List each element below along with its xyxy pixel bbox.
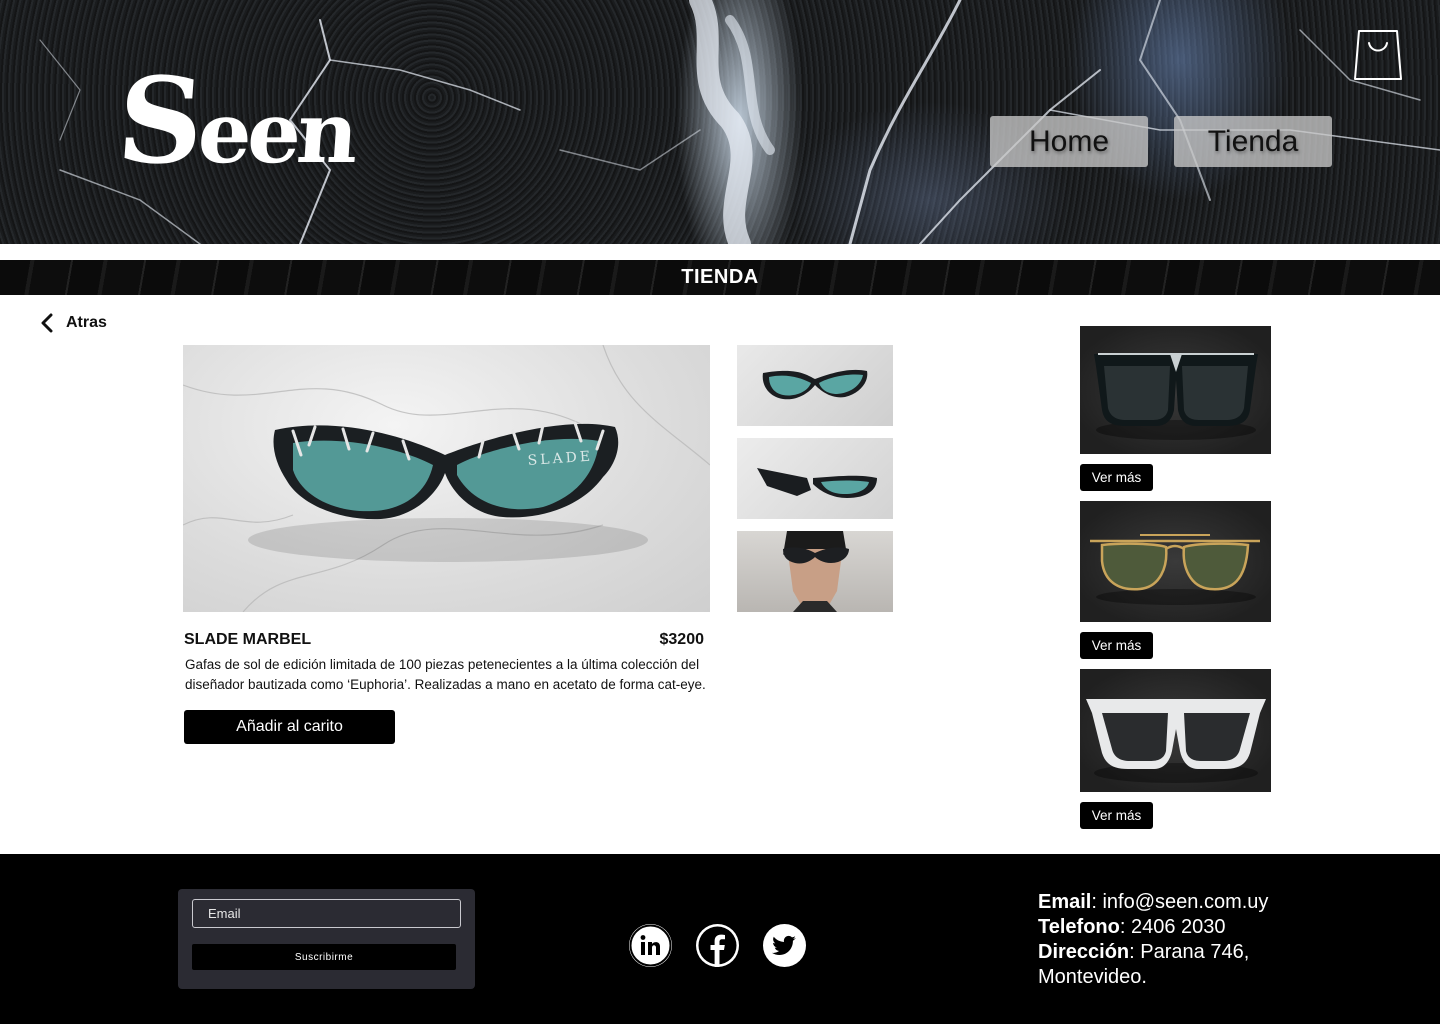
linkedin-icon[interactable] <box>629 924 672 967</box>
product-thumbnail[interactable] <box>737 345 893 426</box>
product-description: Gafas de sol de edición limitada de 100 … <box>185 657 706 692</box>
product-main-image: SLADE <box>183 345 710 612</box>
contact-info: Email: info@seen.com.uy Telefono: 2406 2… <box>1038 890 1298 990</box>
facebook-icon[interactable] <box>696 924 739 967</box>
contact-phone-value: : 2406 2030 <box>1119 916 1226 938</box>
contact-email-value[interactable]: : info@seen.com.uy <box>1091 891 1268 913</box>
newsletter-box: Suscribirme <box>178 889 475 989</box>
contact-email-label: Email <box>1038 891 1092 913</box>
chevron-left-icon <box>41 313 53 333</box>
related-product-image[interactable] <box>1080 501 1271 622</box>
product-name: SLADE MARBEL <box>184 631 312 648</box>
ver-mas-button[interactable]: Ver más <box>1080 464 1153 491</box>
product-price: $3200 <box>659 631 705 648</box>
ver-mas-button[interactable]: Ver más <box>1080 632 1153 659</box>
ver-mas-button[interactable]: Ver más <box>1080 802 1153 829</box>
product-thumbnail[interactable] <box>737 531 893 612</box>
subscribe-button[interactable]: Suscribirme <box>192 944 456 970</box>
related-product-image[interactable] <box>1080 326 1271 454</box>
header: Seen Home Tienda <box>0 0 1440 244</box>
product-thumbnail[interactable] <box>737 438 893 519</box>
header-divider <box>0 244 1440 260</box>
footer: Suscribirme Email: info@seen.com.uy Tele… <box>0 854 1440 1024</box>
cart-icon[interactable] <box>1353 27 1403 83</box>
contact-phone-label: Telefono <box>1038 916 1120 938</box>
twitter-icon[interactable] <box>763 924 806 967</box>
contact-address-label: Dirección <box>1038 941 1130 963</box>
add-to-cart-button[interactable]: Añadir al carito <box>184 710 395 744</box>
section-title: TIENDA <box>681 266 759 288</box>
back-link[interactable]: Atras <box>40 313 107 333</box>
contact-address-line2: Montevideo. <box>1038 966 1147 988</box>
nav-home-button[interactable]: Home <box>990 116 1148 167</box>
back-label: Atras <box>66 314 107 331</box>
email-input[interactable] <box>192 899 461 928</box>
contact-address-value: : Parana 746, <box>1129 941 1250 963</box>
section-banner: TIENDA <box>0 260 1440 295</box>
nav-tienda-button[interactable]: Tienda <box>1174 116 1332 167</box>
brand-logo[interactable]: Seen <box>113 51 359 190</box>
related-product-image[interactable] <box>1080 669 1271 792</box>
